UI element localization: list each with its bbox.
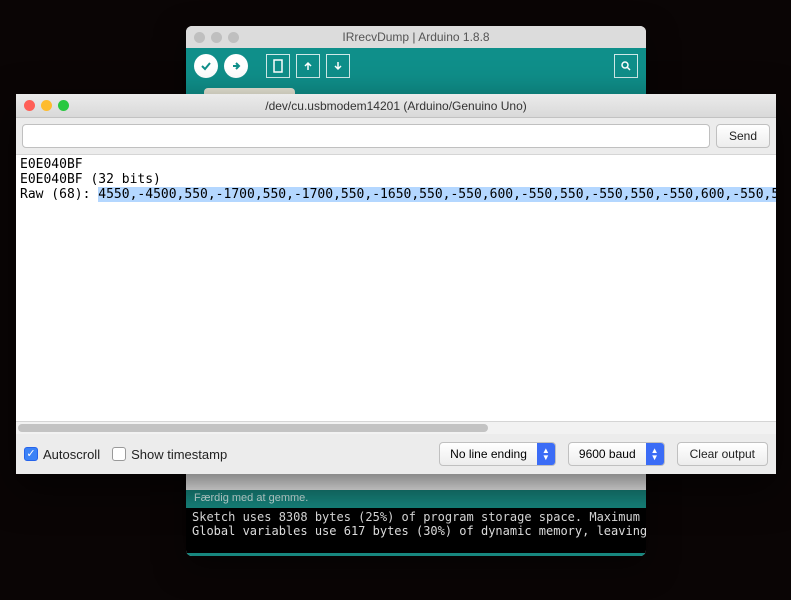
close-button[interactable] bbox=[194, 32, 205, 43]
autoscroll-checkbox[interactable]: ✓ Autoscroll bbox=[24, 447, 100, 462]
scrollbar-thumb[interactable] bbox=[18, 424, 488, 432]
console-line: Sketch uses 8308 bytes (25%) of program … bbox=[192, 510, 646, 524]
ide-toolbar bbox=[186, 48, 646, 84]
minimize-button[interactable] bbox=[41, 100, 52, 111]
baud-rate-select[interactable]: 9600 baud ▲▼ bbox=[568, 442, 665, 466]
minimize-button[interactable] bbox=[211, 32, 222, 43]
upload-button[interactable] bbox=[224, 54, 248, 78]
ide-status-message: Færdig med at gemme. bbox=[186, 490, 646, 508]
serial-output[interactable]: E0E040BF E0E040BF (32 bits) Raw (68): 45… bbox=[16, 154, 776, 422]
verify-button[interactable] bbox=[194, 54, 218, 78]
close-button[interactable] bbox=[24, 100, 35, 111]
monitor-title: /dev/cu.usbmodem14201 (Arduino/Genuino U… bbox=[16, 99, 776, 113]
line-ending-select[interactable]: No line ending ▲▼ bbox=[439, 442, 556, 466]
monitor-bottom-bar: ✓ Autoscroll Show timestamp No line endi… bbox=[16, 434, 776, 474]
new-button[interactable] bbox=[266, 54, 290, 78]
checkbox-icon bbox=[112, 447, 126, 461]
timestamp-label: Show timestamp bbox=[131, 447, 227, 462]
ide-titlebar: IRrecvDump | Arduino 1.8.8 bbox=[186, 26, 646, 48]
ide-statusbar: 84 Arduino/Genuino Uno on /dev/cu.usbmod… bbox=[186, 553, 646, 556]
zoom-button[interactable] bbox=[58, 100, 69, 111]
baud-rate-value: 9600 baud bbox=[569, 447, 646, 461]
monitor-input-row: Send bbox=[16, 118, 776, 154]
stepper-arrows-icon: ▲▼ bbox=[537, 443, 555, 465]
monitor-titlebar: /dev/cu.usbmodem14201 (Arduino/Genuino U… bbox=[16, 94, 776, 118]
open-button[interactable] bbox=[296, 54, 320, 78]
ide-console: Sketch uses 8308 bytes (25%) of program … bbox=[186, 508, 646, 553]
output-line: E0E040BF (32 bits) bbox=[20, 172, 772, 187]
checkbox-icon: ✓ bbox=[24, 447, 38, 461]
autoscroll-label: Autoscroll bbox=[43, 447, 100, 462]
monitor-traffic-lights bbox=[24, 100, 69, 111]
raw-data-selected: 4550,-4500,550,-1700,550,-1700,550,-1650… bbox=[98, 187, 776, 202]
send-button[interactable]: Send bbox=[716, 124, 770, 148]
console-line: Global variables use 617 bytes (30%) of … bbox=[192, 524, 646, 538]
serial-monitor-window: /dev/cu.usbmodem14201 (Arduino/Genuino U… bbox=[16, 94, 776, 474]
output-line: E0E040BF bbox=[20, 157, 772, 172]
serial-send-input[interactable] bbox=[22, 124, 710, 148]
line-ending-value: No line ending bbox=[440, 447, 537, 461]
stepper-arrows-icon: ▲▼ bbox=[646, 443, 664, 465]
horizontal-scrollbar[interactable] bbox=[16, 422, 776, 434]
output-raw-line: Raw (68): 4550,-4500,550,-1700,550,-1700… bbox=[20, 187, 772, 202]
serial-monitor-button[interactable] bbox=[614, 54, 638, 78]
zoom-button[interactable] bbox=[228, 32, 239, 43]
ide-traffic-lights bbox=[194, 32, 239, 43]
ide-title: IRrecvDump | Arduino 1.8.8 bbox=[186, 30, 646, 44]
show-timestamp-checkbox[interactable]: Show timestamp bbox=[112, 447, 227, 462]
clear-output-button[interactable]: Clear output bbox=[677, 442, 768, 466]
save-button[interactable] bbox=[326, 54, 350, 78]
raw-prefix: Raw (68): bbox=[20, 187, 98, 202]
